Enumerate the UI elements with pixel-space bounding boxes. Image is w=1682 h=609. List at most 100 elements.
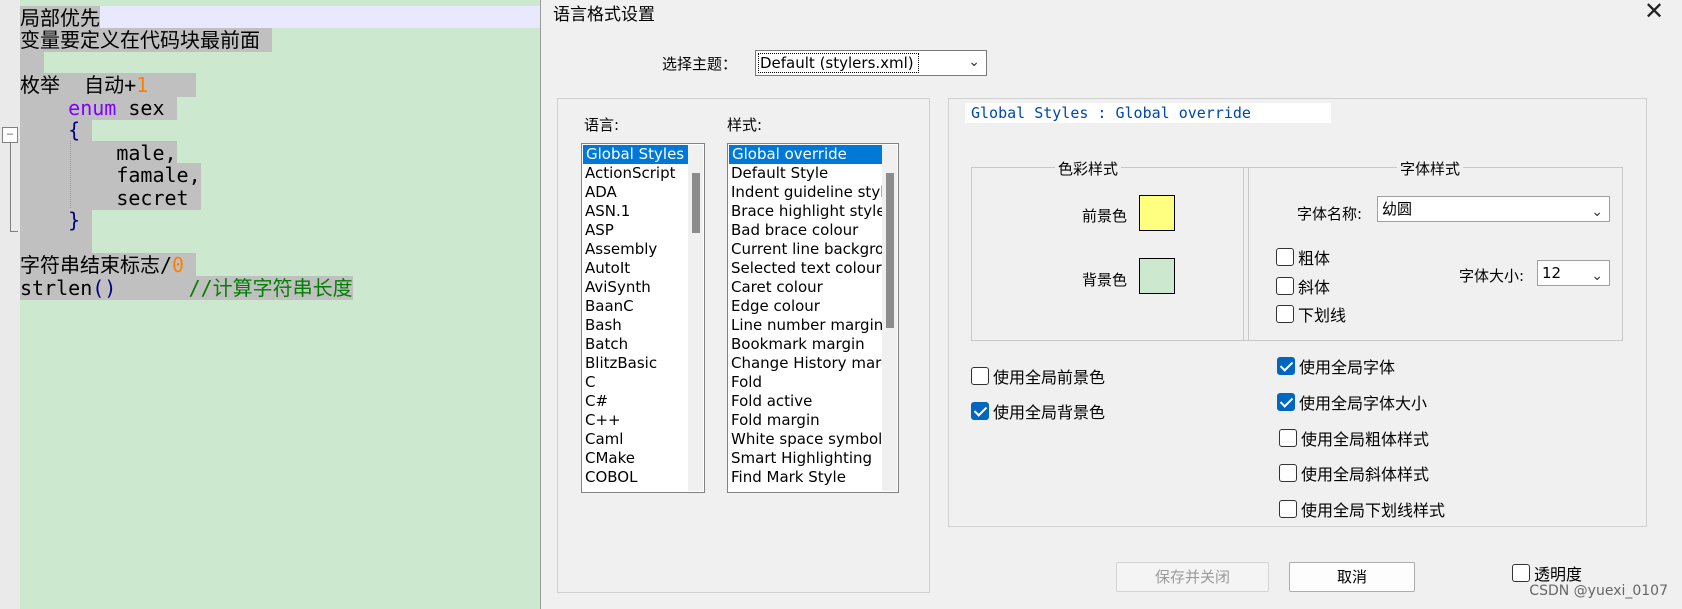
list-item[interactable]: White space symbol xyxy=(728,430,882,449)
foreground-label: 前景色 xyxy=(1082,207,1128,225)
list-item[interactable]: Fold margin xyxy=(728,411,882,430)
color-style-box xyxy=(971,167,1249,341)
checkbox-box[interactable] xyxy=(1512,564,1530,582)
color-style-title: 色彩样式 xyxy=(1055,158,1122,179)
theme-select-value: Default (stylers.xml) xyxy=(758,53,919,73)
list-item[interactable]: Global override xyxy=(729,145,882,164)
checkbox-box[interactable] xyxy=(1276,305,1294,323)
dialog-title: 语言格式设置 xyxy=(553,5,655,25)
list-item[interactable]: Bash xyxy=(582,316,688,335)
checkbox-box[interactable] xyxy=(1279,500,1297,518)
list-item[interactable]: Change History margin xyxy=(728,354,882,373)
italic-checkbox[interactable]: 斜体 xyxy=(1276,274,1330,298)
code-line: } xyxy=(20,208,93,232)
fold-end-line xyxy=(10,231,18,232)
checkbox-box[interactable] xyxy=(1279,429,1297,447)
language-label: 语言: xyxy=(584,116,620,134)
list-item[interactable]: ActionScript xyxy=(582,164,688,183)
list-item[interactable]: C# xyxy=(582,392,688,411)
global-style-header: Global Styles : Global override xyxy=(965,103,1331,123)
code-line: strlen() //计算字符串长度 xyxy=(20,276,353,300)
scrollbar-thumb[interactable] xyxy=(692,173,700,233)
font-name-select[interactable]: 幼圆 ⌄ xyxy=(1377,196,1610,222)
code-line: 枚举 自动+1 xyxy=(20,73,197,97)
code-editor[interactable]: − 局部优先 变量要定义在代码块最前面 枚举 自动+1 enum sex { m… xyxy=(0,0,560,609)
code-line: famale, xyxy=(20,163,201,187)
list-item[interactable]: ASN.1 xyxy=(582,202,688,221)
list-item[interactable]: ADA xyxy=(582,183,688,202)
checkbox-box[interactable] xyxy=(971,367,989,385)
list-item[interactable]: Current line background colour xyxy=(728,240,882,259)
use-global-bg-checkbox[interactable]: 使用全局背景色 xyxy=(971,399,1105,423)
list-item[interactable]: AutoIt xyxy=(582,259,688,278)
checkbox-box[interactable] xyxy=(1276,277,1294,295)
list-item[interactable]: Fold xyxy=(728,373,882,392)
use-global-font-checkbox[interactable]: 使用全局字体 xyxy=(1277,354,1395,378)
background-color-swatch[interactable] xyxy=(1139,258,1175,294)
underline-checkbox[interactable]: 下划线 xyxy=(1276,302,1346,326)
chevron-down-icon: ⌄ xyxy=(1591,268,1603,284)
font-name-value: 幼圆 xyxy=(1382,200,1413,218)
style-scrollbar[interactable] xyxy=(882,145,897,491)
language-listbox[interactable]: Global Styles ActionScript ADA ASN.1 ASP Asse… xyxy=(581,143,705,493)
fold-collapse-icon[interactable]: − xyxy=(2,127,18,143)
list-item[interactable]: Bad brace colour xyxy=(728,221,882,240)
transparency-checkbox[interactable]: 透明度 xyxy=(1512,561,1582,585)
language-scrollbar[interactable] xyxy=(688,145,703,491)
list-item[interactable]: Default Style xyxy=(728,164,882,183)
bold-checkbox[interactable]: 粗体 xyxy=(1276,245,1330,269)
fold-line xyxy=(10,143,11,231)
current-line-highlight xyxy=(20,6,560,28)
scrollbar-thumb[interactable] xyxy=(886,173,894,328)
style-configurator-dialog: 语言格式设置 ✕ 选择主题： Default (stylers.xml) ⌄ 语… xyxy=(540,0,1682,609)
list-item[interactable]: Selected text colour xyxy=(728,259,882,278)
save-close-button[interactable]: 保存并关闭 xyxy=(1116,562,1269,592)
use-global-bold-checkbox[interactable]: 使用全局粗体样式 xyxy=(1279,426,1429,450)
font-size-select[interactable]: 12 ⌄ xyxy=(1537,260,1610,286)
checkbox-box[interactable] xyxy=(1279,464,1297,482)
font-size-value: 12 xyxy=(1542,264,1562,282)
list-item[interactable]: C++ xyxy=(582,411,688,430)
list-item[interactable]: Brace highlight style xyxy=(728,202,882,221)
list-item[interactable]: ASP xyxy=(582,221,688,240)
theme-label: 选择主题： xyxy=(662,55,738,73)
font-style-title: 字体样式 xyxy=(1397,158,1464,179)
watermark: CSDN @yuexi_0107 xyxy=(1529,583,1668,599)
list-item[interactable]: Batch xyxy=(582,335,688,354)
list-item[interactable]: Caml xyxy=(582,430,688,449)
list-item[interactable]: Global Styles xyxy=(583,145,688,164)
checkbox-box[interactable] xyxy=(1276,248,1294,266)
use-global-font-size-checkbox[interactable]: 使用全局字体大小 xyxy=(1277,390,1427,414)
list-item[interactable]: Find Mark Style xyxy=(728,468,882,487)
list-item[interactable]: BlitzBasic xyxy=(582,354,688,373)
checkbox-checked-icon[interactable] xyxy=(971,402,989,420)
list-item[interactable]: Smart Highlighting xyxy=(728,449,882,468)
theme-select[interactable]: Default (stylers.xml) ⌄ xyxy=(755,50,987,76)
code-line: male, xyxy=(20,141,177,165)
list-item[interactable]: Bookmark margin xyxy=(728,335,882,354)
list-item[interactable]: Line number margin xyxy=(728,316,882,335)
use-global-italic-checkbox[interactable]: 使用全局斜体样式 xyxy=(1279,461,1429,485)
list-item[interactable]: AviSynth xyxy=(582,278,688,297)
list-item[interactable]: Edge colour xyxy=(728,297,882,316)
list-item[interactable]: COBOL xyxy=(582,468,688,487)
checkbox-checked-icon[interactable] xyxy=(1277,357,1295,375)
use-global-fg-checkbox[interactable]: 使用全局前景色 xyxy=(971,364,1105,388)
list-item[interactable]: Caret colour xyxy=(728,278,882,297)
cancel-button[interactable]: 取消 xyxy=(1289,562,1415,592)
list-item[interactable]: Fold active xyxy=(728,392,882,411)
code-line: secret xyxy=(20,186,201,210)
style-listbox[interactable]: Global override Default Style Indent guide… xyxy=(727,143,899,493)
close-icon[interactable]: ✕ xyxy=(1640,0,1668,24)
list-item[interactable]: CMake xyxy=(582,449,688,468)
code-line: 字符串结束标志/0 xyxy=(20,253,197,277)
foreground-color-swatch[interactable] xyxy=(1139,195,1175,231)
list-item[interactable]: BaanC xyxy=(582,297,688,316)
use-global-underline-checkbox[interactable]: 使用全局下划线样式 xyxy=(1279,497,1445,521)
list-item[interactable]: Indent guideline style xyxy=(728,183,882,202)
code-line: { xyxy=(20,118,93,142)
fold-margin[interactable] xyxy=(0,0,20,609)
list-item[interactable]: C xyxy=(582,373,688,392)
checkbox-checked-icon[interactable] xyxy=(1277,393,1295,411)
list-item[interactable]: Assembly xyxy=(582,240,688,259)
